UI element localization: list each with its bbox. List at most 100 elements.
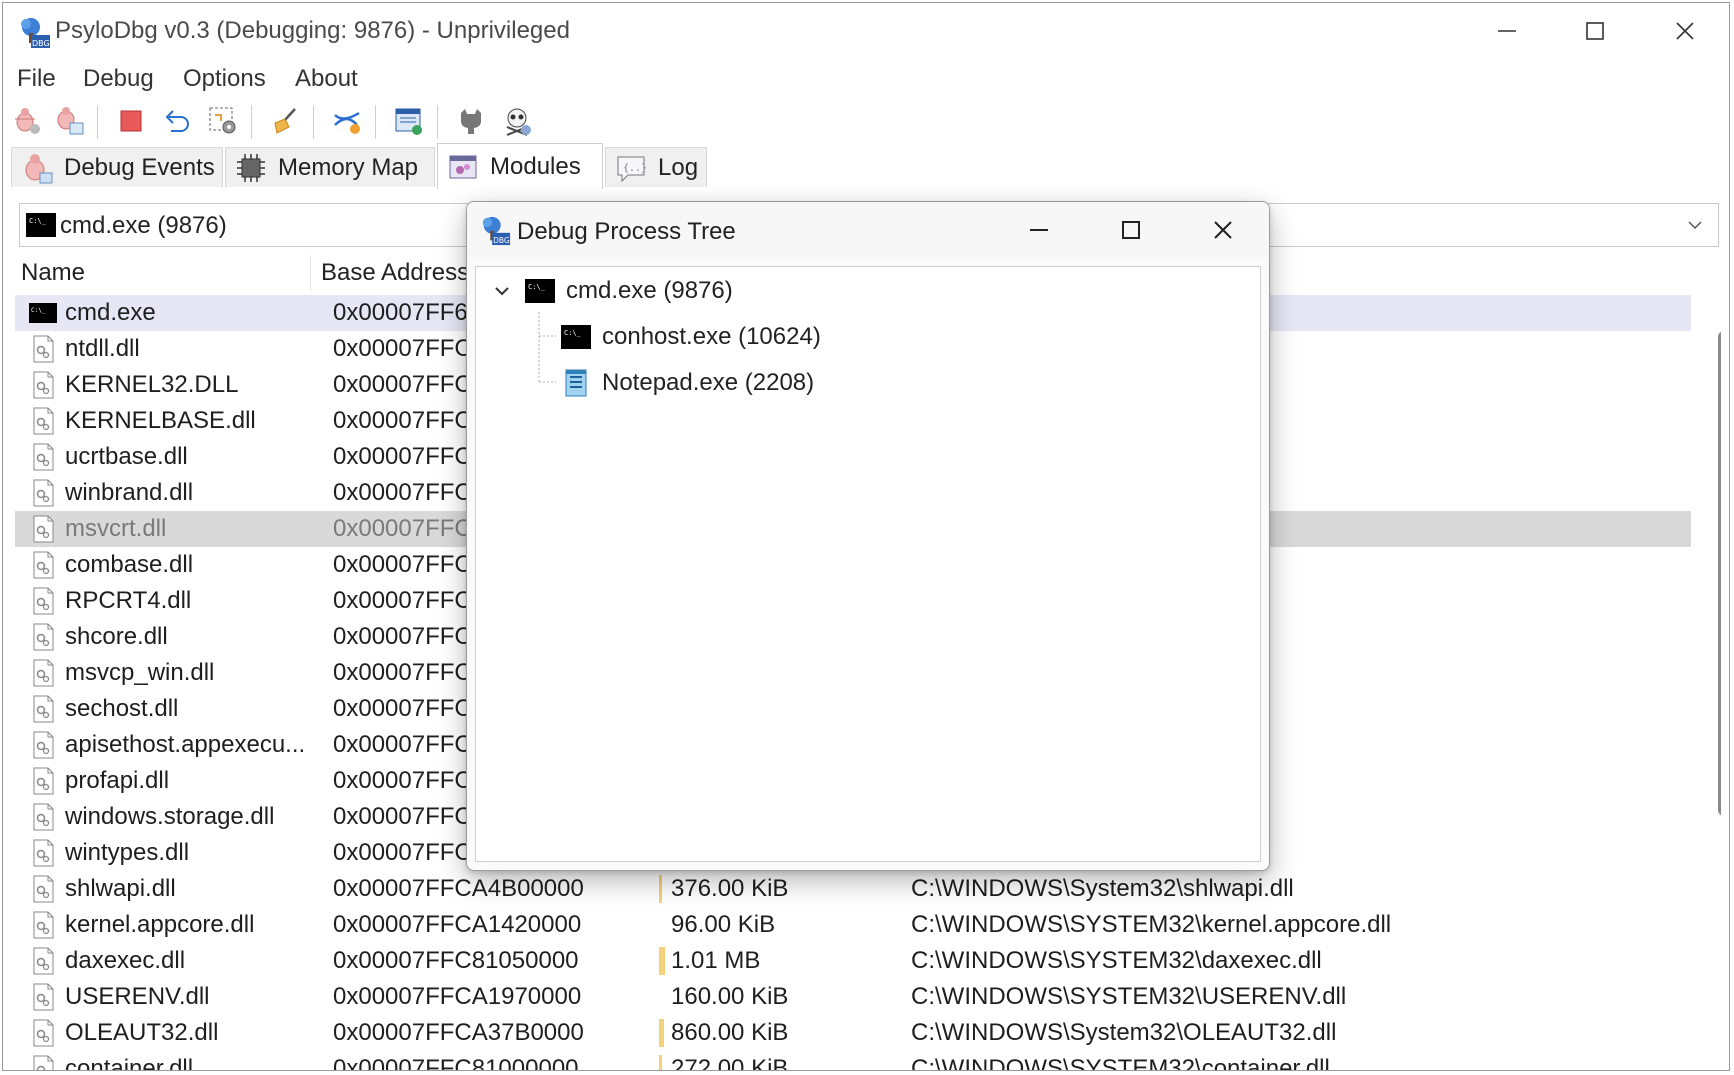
tree-node-label: cmd.exe (9876) xyxy=(566,277,733,304)
console-icon: C:\_ xyxy=(525,279,555,303)
dll-file-icon xyxy=(33,479,54,507)
module-name: wintypes.dll xyxy=(65,839,190,866)
dialog-minimize-button[interactable] xyxy=(993,202,1085,258)
maximize-icon xyxy=(1122,221,1140,239)
toolbar-separator xyxy=(437,105,438,139)
tab-label: Log xyxy=(658,153,699,181)
tree-expander-chevron-down-icon[interactable] xyxy=(492,281,512,301)
module-base-address: 0x00007FFC8 xyxy=(333,479,486,506)
toolbar-separator xyxy=(97,105,98,139)
table-row[interactable]: kernel.appcore.dll 0x00007FFCA1420000 96.0… xyxy=(15,907,1691,943)
notepad-icon xyxy=(565,369,587,397)
module-base-address: 0x00007FFCA xyxy=(333,335,488,362)
dll-file-icon xyxy=(33,839,54,867)
detach-button[interactable] xyxy=(159,103,195,139)
tab-log[interactable]: {..} Log xyxy=(605,147,707,187)
table-row[interactable]: container.dll 0x00007FFC81000000 272.00 Ki… xyxy=(15,1051,1691,1070)
attach-process-button[interactable] xyxy=(9,103,45,139)
tree-node-cmd[interactable]: C:\_ cmd.exe (9876) xyxy=(524,271,733,311)
stop-button[interactable] xyxy=(113,103,149,139)
console-icon: C:\_ xyxy=(29,303,57,323)
table-row[interactable]: daxexec.dll 0x00007FFC81050000 1.01 MB C:\W… xyxy=(15,943,1691,979)
tab-label: Debug Events xyxy=(64,153,215,181)
table-row[interactable]: shlwapi.dll 0x00007FFCA4B00000 376.00 KiB C… xyxy=(15,871,1691,907)
svg-text:{..}: {..} xyxy=(623,163,647,174)
dialog-maximize-button[interactable] xyxy=(1085,202,1177,258)
dll-file-icon xyxy=(33,443,54,471)
svg-text:DBG: DBG xyxy=(32,39,50,48)
menu-file[interactable]: File xyxy=(17,65,56,93)
clear-brush-icon xyxy=(274,108,296,134)
title-bar[interactable]: DBG PsyloDbg v0.3 (Debugging: 9876) - Un… xyxy=(3,3,1729,59)
size-bar xyxy=(659,875,662,903)
maximize-button[interactable] xyxy=(1549,3,1641,59)
tab-debug-events[interactable]: Debug Events xyxy=(11,147,223,187)
svg-text:DBG: DBG xyxy=(493,236,510,245)
module-base-address: 0x00007FFCA xyxy=(333,407,488,434)
column-header-path[interactable] xyxy=(1391,255,1703,291)
table-row[interactable]: USERENV.dll 0x00007FFCA1970000 160.00 KiB C… xyxy=(15,979,1691,1015)
module-path: C:\WINDOWS\SYSTEM32\USERENV.dll xyxy=(911,983,1347,1010)
size-bar xyxy=(659,1019,664,1047)
svg-text:C:\_: C:\_ xyxy=(29,217,47,225)
module-base-address: 0x00007FFCA xyxy=(333,767,488,794)
process-list-icon xyxy=(395,108,422,135)
module-name: kernel.appcore.dll xyxy=(65,911,255,938)
module-size: 860.00 KiB xyxy=(671,1019,789,1046)
menu-debug[interactable]: Debug xyxy=(83,65,154,93)
dll-file-icon xyxy=(33,515,54,543)
menu-options[interactable]: Options xyxy=(183,65,266,93)
console-icon: C:\_ xyxy=(561,325,591,349)
module-base-address: 0x00007FFCA xyxy=(333,839,488,866)
vertical-scrollbar[interactable] xyxy=(1713,291,1721,1070)
module-name: shlwapi.dll xyxy=(65,875,176,902)
module-name: shcore.dll xyxy=(65,623,168,650)
module-base-address: 0x00007FFCA xyxy=(333,515,488,542)
module-base-address: 0x00007FFC81000000 xyxy=(333,1055,579,1070)
dialog-title-bar[interactable]: DBG Debug Process Tree xyxy=(467,202,1269,258)
module-name: msvcp_win.dll xyxy=(65,659,215,686)
size-bar xyxy=(659,1055,662,1070)
process-list-button[interactable] xyxy=(391,103,427,139)
settings-button[interactable] xyxy=(205,103,241,139)
github-button[interactable] xyxy=(453,103,489,139)
scrollbar-thumb[interactable] xyxy=(1718,331,1721,816)
symbols-icon xyxy=(334,111,360,134)
new-process-button[interactable] xyxy=(51,103,87,139)
tab-memory-map[interactable]: Memory Map xyxy=(225,147,435,187)
dll-file-icon xyxy=(33,551,54,579)
detach-icon xyxy=(165,110,189,132)
module-path: C:\WINDOWS\SYSTEM32\daxexec.dll xyxy=(911,947,1322,974)
close-button[interactable] xyxy=(1639,3,1729,59)
module-path: C:\WINDOWS\System32\OLEAUT32.dll xyxy=(911,1019,1337,1046)
clear-button[interactable] xyxy=(267,103,303,139)
module-name: combase.dll xyxy=(65,551,194,578)
modules-icon xyxy=(449,155,477,178)
dll-file-icon xyxy=(33,659,54,687)
module-size: 160.00 KiB xyxy=(671,983,789,1010)
dll-file-icon xyxy=(33,587,54,615)
dll-file-icon xyxy=(33,335,54,363)
module-path: C:\WINDOWS\SYSTEM32\container.dll xyxy=(911,1055,1330,1070)
tab-modules[interactable]: Modules xyxy=(437,143,603,189)
minimize-button[interactable] xyxy=(1461,3,1553,59)
size-bar xyxy=(659,947,665,975)
module-base-address: 0x00007FFCA xyxy=(333,803,488,830)
tree-node-notepad[interactable]: Notepad.exe (2208) xyxy=(560,363,814,403)
close-icon xyxy=(1214,221,1232,239)
dll-file-icon xyxy=(33,407,54,435)
dialog-close-button[interactable] xyxy=(1177,202,1269,258)
menu-about[interactable]: About xyxy=(295,65,358,93)
dll-file-icon xyxy=(33,1019,54,1047)
tree-node-conhost[interactable]: C:\_ conhost.exe (10624) xyxy=(560,317,821,357)
module-name: apisethost.appexecu... xyxy=(65,731,306,758)
column-header-name[interactable]: Name xyxy=(15,255,311,291)
dll-file-icon xyxy=(33,1055,54,1070)
symbols-button[interactable] xyxy=(329,103,365,139)
module-base-address: 0x00007FFCA4B00000 xyxy=(333,875,584,902)
module-name: ntdll.dll xyxy=(65,335,140,362)
toolbar-separator xyxy=(251,105,252,139)
kill-button[interactable] xyxy=(499,103,535,139)
chip-icon xyxy=(237,153,265,182)
table-row[interactable]: OLEAUT32.dll 0x00007FFCA37B0000 860.00 KiB… xyxy=(15,1015,1691,1051)
